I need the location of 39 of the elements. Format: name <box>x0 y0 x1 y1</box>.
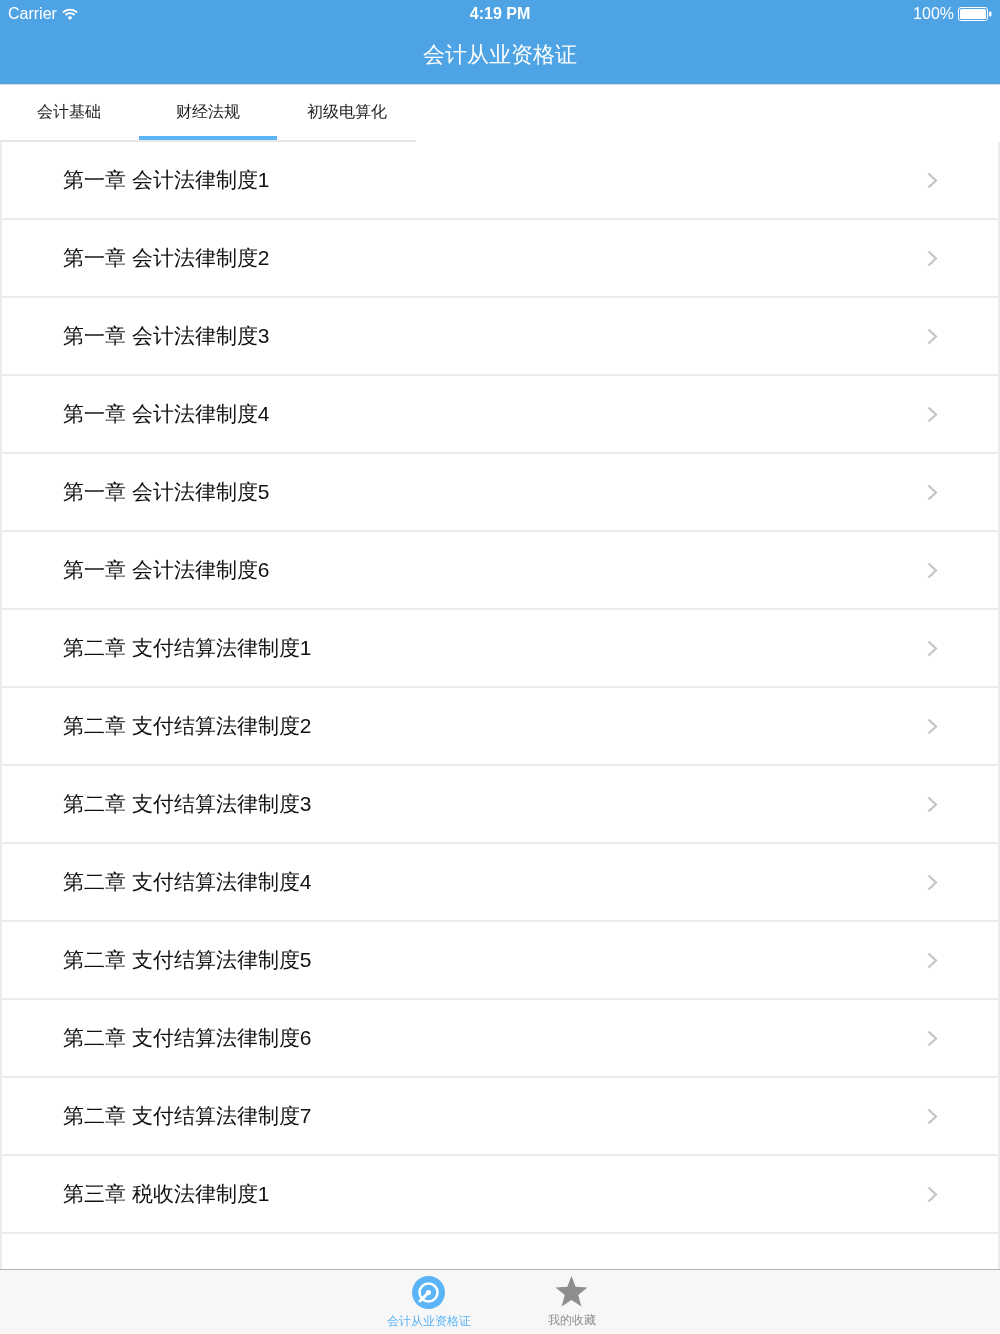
chevron-right-icon <box>927 405 938 423</box>
chevron-right-icon <box>927 483 938 501</box>
chapter-title: 第二章 支付结算法律制度6 <box>63 1025 312 1052</box>
chevron-right-icon <box>927 249 938 267</box>
battery-icon <box>958 6 992 21</box>
star-icon <box>555 1276 588 1308</box>
chapter-title: 第一章 会计法律制度3 <box>63 323 270 350</box>
chevron-right-icon <box>927 1107 938 1125</box>
segment-tab[interactable]: 会计基础 <box>0 85 139 140</box>
chapter-title: 第一章 会计法律制度6 <box>63 557 270 584</box>
screen-title: 会计从业资格证 <box>423 41 577 69</box>
chapter-title: 第一章 会计法律制度4 <box>63 401 270 428</box>
segment-tab[interactable]: 财经法规 <box>138 85 278 140</box>
chevron-right-icon <box>927 1029 938 1047</box>
chevron-right-icon <box>927 327 938 345</box>
wifi-icon <box>61 7 78 20</box>
chapter-title: 第二章 支付结算法律制度5 <box>63 947 312 974</box>
chapter-title: 第二章 支付结算法律制度7 <box>63 1103 312 1130</box>
segment-tab[interactable]: 初级电算化 <box>277 85 416 140</box>
chevron-right-icon <box>927 873 938 891</box>
chapter-title: 第一章 会计法律制度5 <box>63 479 270 506</box>
chapter-title: 第二章 支付结算法律制度3 <box>63 791 312 818</box>
chevron-right-icon <box>927 171 938 189</box>
chapter-title: 第三章 税收法律制度1 <box>63 1181 270 1208</box>
chevron-right-icon <box>927 639 938 657</box>
disc-icon <box>412 1276 445 1309</box>
chevron-right-icon <box>927 717 938 735</box>
chapter-title: 第一章 会计法律制度1 <box>63 167 270 194</box>
chevron-right-icon <box>927 795 938 813</box>
chevron-right-icon <box>927 951 938 969</box>
battery-percentage: 100% <box>913 3 954 24</box>
chevron-right-icon <box>927 1185 938 1203</box>
carrier-label: Carrier <box>8 3 57 24</box>
chevron-right-icon <box>927 561 938 579</box>
chapter-title: 第二章 支付结算法律制度1 <box>63 635 312 662</box>
chapter-title: 第二章 支付结算法律制度2 <box>63 713 312 740</box>
clock-time: 4:19 PM <box>469 3 531 24</box>
chapter-title: 第二章 支付结算法律制度4 <box>63 869 312 896</box>
chapter-title: 第一章 会计法律制度2 <box>63 245 270 272</box>
